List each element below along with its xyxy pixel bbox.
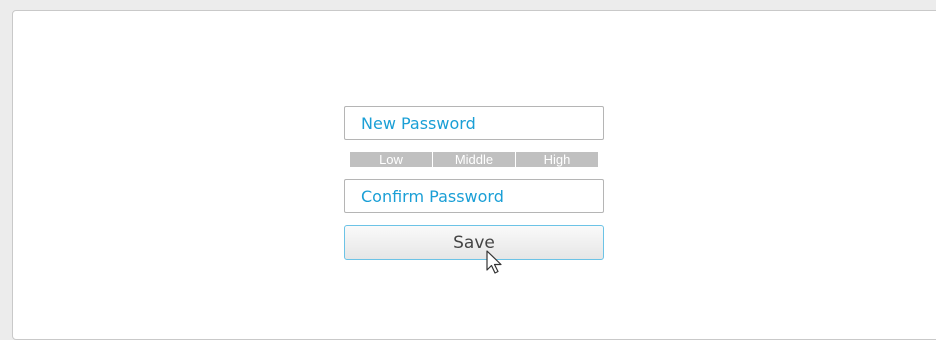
confirm-password-input[interactable] (344, 179, 604, 213)
settings-panel (12, 10, 936, 340)
strength-level-low: Low (350, 152, 433, 167)
new-password-input[interactable] (344, 106, 604, 140)
strength-level-high: High (543, 152, 571, 167)
password-strength-meter: Low Middle High (350, 152, 598, 167)
strength-level-middle: Middle (433, 152, 516, 167)
save-button[interactable]: Save (344, 225, 604, 260)
